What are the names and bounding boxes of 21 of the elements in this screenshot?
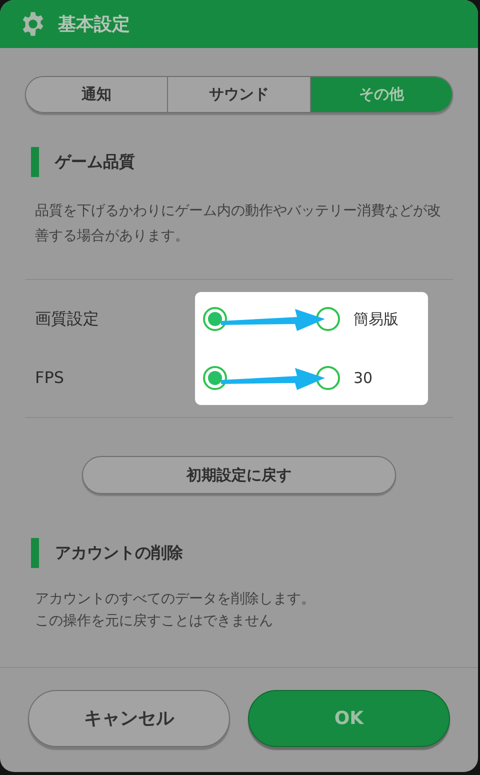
radio-button[interactable]: [203, 366, 227, 390]
description-text: 品質を下げるかわりにゲーム内の動作やバッテリー消費などが改善する場合があります。: [34, 202, 442, 246]
heading-accent-bar: [31, 147, 39, 177]
tab[interactable]: サウンド: [167, 77, 310, 112]
setting-label: FPS: [35, 367, 66, 389]
tab[interactable]: 通知: [26, 77, 168, 112]
radio-button[interactable]: [316, 307, 340, 331]
dialog-title: 基本設定: [58, 12, 130, 36]
radio-button[interactable]: [203, 307, 227, 331]
reset-button[interactable]: 初期設定に戻す: [82, 456, 396, 494]
description-text: この操作を元に戻すことはできません: [35, 612, 274, 631]
radio-button[interactable]: [316, 366, 340, 390]
gear-icon: [20, 11, 46, 37]
heading-accent-bar: [31, 538, 39, 568]
section-heading: アカウントの削除: [55, 542, 183, 564]
option-label: 30: [354, 368, 373, 389]
description-text: アカウントのすべてのデータを削除します。: [35, 590, 316, 609]
cancel-button[interactable]: キャンセル: [28, 690, 230, 747]
section-heading: ゲーム品質: [55, 151, 135, 173]
setting-label: 画質設定: [35, 308, 100, 330]
option-label: 簡易版: [354, 308, 398, 330]
